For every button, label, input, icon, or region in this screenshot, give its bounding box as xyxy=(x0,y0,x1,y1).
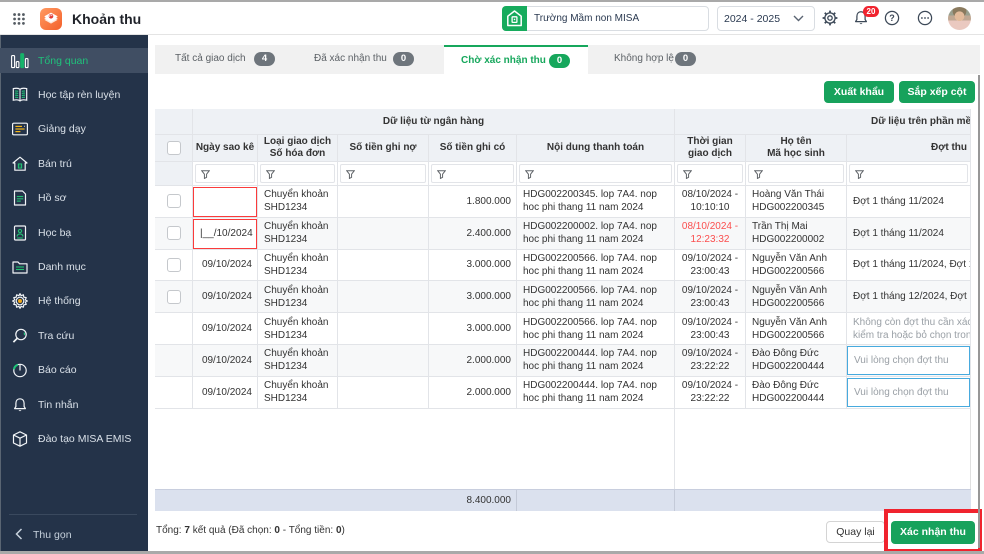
svg-text:?: ? xyxy=(889,13,895,23)
